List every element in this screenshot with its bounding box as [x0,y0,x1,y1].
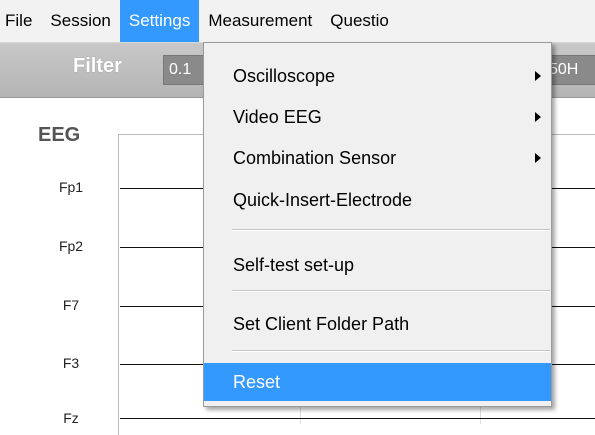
menu-file[interactable]: File [0,0,41,42]
menu-item-label: Self-test set-up [233,255,355,275]
menu-item-self-test-setup[interactable]: Self-test set-up [204,246,551,284]
menu-bar: File Session Settings Measurement Questi… [0,0,595,43]
menu-item-set-client-folder-path[interactable]: Set Client Folder Path [204,305,551,343]
channel-label-fz: Fz [63,410,79,426]
submenu-arrow-icon [535,71,541,81]
menu-measurement[interactable]: Measurement [199,0,321,42]
menu-item-combination-sensor[interactable]: Combination Sensor [204,139,551,177]
menu-item-label: Set Client Folder Path [233,314,410,334]
submenu-arrow-icon [535,153,541,163]
menu-item-reset[interactable]: Reset [204,363,551,401]
menu-session[interactable]: Session [41,0,119,42]
channel-label-fp2: Fp2 [58,238,84,254]
menu-item-quick-insert-electrode[interactable]: Quick-Insert-Electrode [204,181,551,219]
menu-item-oscilloscope[interactable]: Oscilloscope [204,57,551,95]
channel-label-f3: F3 [62,355,80,371]
menu-item-label: Combination Sensor [233,148,397,168]
menu-questionnaire[interactable]: Questio [321,0,398,42]
settings-dropdown-menu: Oscilloscope Video EEG Combination Senso… [203,42,552,407]
filter-label: Filter [73,55,122,77]
menu-item-label: Quick-Insert-Electrode [233,190,413,210]
menu-item-label: Oscilloscope [233,66,336,86]
menu-separator [232,290,550,292]
channel-label-fp1: Fp1 [58,179,84,195]
menu-separator [232,350,550,352]
menu-item-label: Reset [233,372,281,392]
channel-label-f7: F7 [62,297,80,313]
eeg-panel-title: EEG [38,124,81,146]
submenu-arrow-icon [535,112,541,122]
menu-settings[interactable]: Settings [119,0,200,42]
menu-separator [232,229,550,231]
menu-item-label: Video EEG [233,107,322,127]
menu-item-video-eeg[interactable]: Video EEG [204,98,551,136]
